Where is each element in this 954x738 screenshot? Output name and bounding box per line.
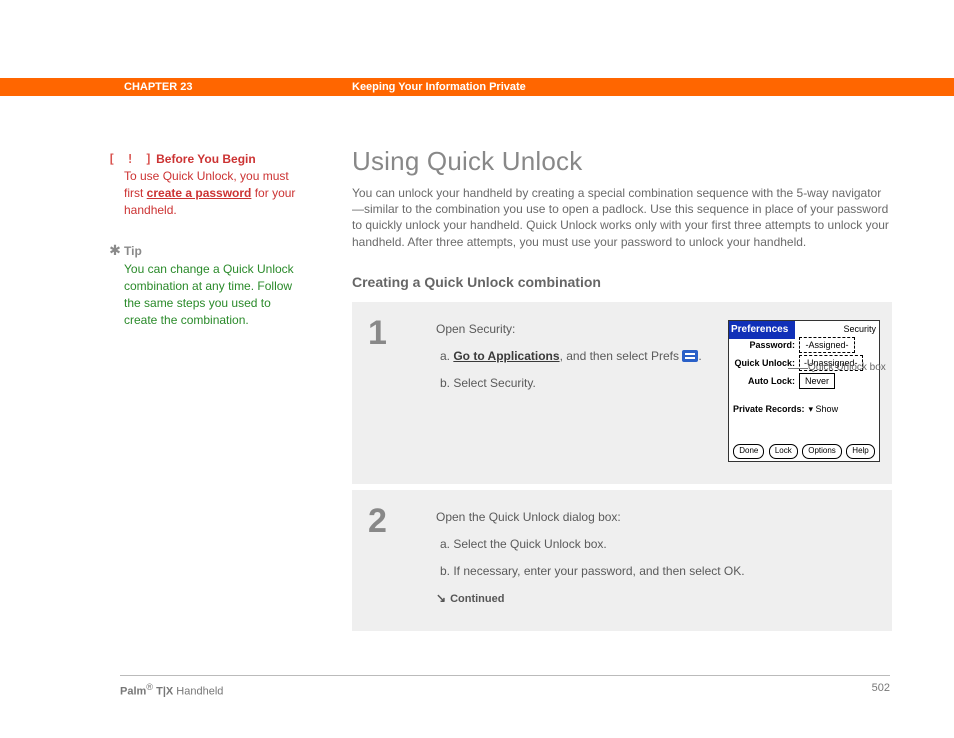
palm-options-button[interactable]: Options xyxy=(802,444,842,459)
chapter-header: CHAPTER 23 Keeping Your Information Priv… xyxy=(0,78,954,96)
intro-paragraph: You can unlock your handheld by creating… xyxy=(352,185,892,250)
sub-a-prefix: a. xyxy=(440,349,453,363)
chapter-title: Keeping Your Information Private xyxy=(352,81,526,93)
palm-private-value[interactable]: ▾ Show xyxy=(809,402,839,416)
palm-done-button[interactable]: Done xyxy=(733,444,764,459)
step-lead: Open the Quick Unlock dialog box: xyxy=(436,508,880,527)
page-number: 502 xyxy=(872,682,890,698)
chapter-number: CHAPTER 23 xyxy=(124,81,192,93)
palm-lock-button[interactable]: Lock xyxy=(769,444,798,459)
tip-block: ✱Tip You can change a Quick Unlock combi… xyxy=(108,242,298,328)
go-to-applications-link[interactable]: Go to Applications xyxy=(453,349,559,363)
palm-title: Preferences xyxy=(729,321,795,339)
palm-private-label: Private Records: xyxy=(733,402,805,416)
step-sub-a: a. Go to Applications, and then select P… xyxy=(440,347,708,366)
footer-model: T|X xyxy=(153,686,176,698)
create-password-link[interactable]: create a password xyxy=(147,186,252,200)
footer-brand: Palm xyxy=(120,686,146,698)
step-lead: Open Security: xyxy=(436,320,708,339)
palm-auto-label: Auto Lock: xyxy=(733,374,799,388)
byb-heading: Before You Begin xyxy=(156,152,256,166)
palm-button-row: Done Lock Options Help xyxy=(729,444,879,459)
palm-password-value[interactable]: -Assigned- xyxy=(799,337,855,353)
step-sub-a: a. Select the Quick Unlock box. xyxy=(440,535,880,554)
alert-icon: [ ! ] xyxy=(108,152,154,166)
before-you-begin: [ ! ]Before You Begin To use Quick Unloc… xyxy=(108,152,298,218)
continued-indicator: ↘ Continued xyxy=(436,589,880,609)
main-content: Using Quick Unlock You can unlock your h… xyxy=(352,146,892,637)
step-sub-b: b. Select Security. xyxy=(440,374,708,393)
continued-label: Continued xyxy=(450,593,504,605)
sub-a-post: . xyxy=(698,349,701,363)
palm-auto-value[interactable]: Never xyxy=(799,373,835,389)
sidebar: [ ! ]Before You Begin To use Quick Unloc… xyxy=(108,152,298,329)
palm-help-button[interactable]: Help xyxy=(846,444,874,459)
footer-product: Palm® T|X Handheld xyxy=(120,682,223,698)
tip-text: You can change a Quick Unlock combinatio… xyxy=(124,261,298,328)
footer-type: Handheld xyxy=(176,686,223,698)
page-footer: Palm® T|X Handheld 502 xyxy=(120,675,890,698)
step-number: 1 xyxy=(352,302,430,484)
step-body: Open the Quick Unlock dialog box: a. Sel… xyxy=(430,490,892,631)
callout-line xyxy=(788,368,808,369)
prefs-icon xyxy=(682,350,698,362)
step-1: 1 Open Security: a. Go to Applications, … xyxy=(352,302,892,490)
palm-screenshot: Preferences Security Password: -Assigned… xyxy=(728,320,880,462)
step-body: Open Security: a. Go to Applications, an… xyxy=(430,302,892,484)
palm-password-label: Password: xyxy=(733,338,799,352)
byb-body: To use Quick Unlock, you must first crea… xyxy=(124,168,298,218)
step-sub-b: b. If necessary, enter your password, an… xyxy=(440,562,880,581)
step-2: 2 Open the Quick Unlock dialog box: a. S… xyxy=(352,490,892,637)
sub-a-mid: , and then select Prefs xyxy=(560,349,683,363)
arrow-down-right-icon: ↘ xyxy=(436,589,446,608)
asterisk-icon: ✱ xyxy=(108,242,122,259)
page-title: Using Quick Unlock xyxy=(352,146,892,177)
section-heading: Creating a Quick Unlock combination xyxy=(352,274,892,290)
steps-list: 1 Open Security: a. Go to Applications, … xyxy=(352,302,892,637)
step-number: 2 xyxy=(352,490,430,631)
tip-label: Tip xyxy=(124,244,142,258)
callout-label: Quick Unlock box xyxy=(808,362,908,373)
palm-category: Security xyxy=(843,322,876,336)
